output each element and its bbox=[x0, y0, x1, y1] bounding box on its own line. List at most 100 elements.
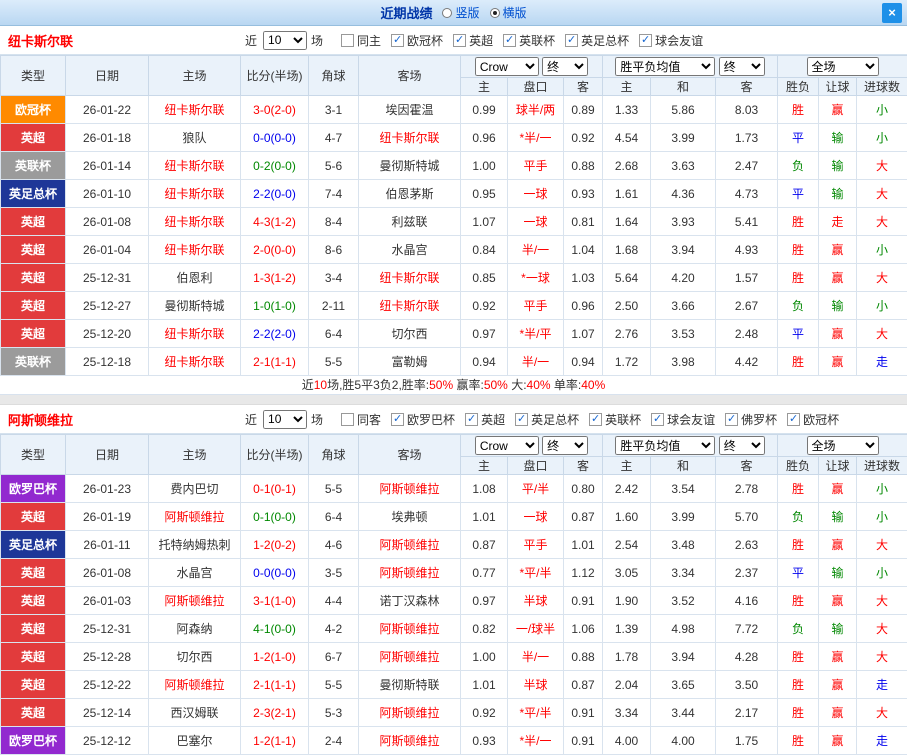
handicap-result-cell: 赢 bbox=[819, 699, 857, 727]
avg-draw-cell: 3.98 bbox=[651, 348, 716, 376]
avg-select-group: 胜平负均值 终 bbox=[603, 56, 778, 78]
league-filter-checkbox[interactable]: ✓欧冠杯 bbox=[787, 411, 839, 428]
match-count-select[interactable]: 10 bbox=[263, 31, 307, 50]
match-row: 英足总杯26-01-11托特纳姆热刺1-2(0-2)4-6阿斯顿维拉0.87平手… bbox=[1, 531, 907, 559]
radio-label: 横版 bbox=[503, 4, 527, 21]
corners-cell: 3-4 bbox=[309, 264, 359, 292]
goals-cell: 走 bbox=[857, 671, 907, 699]
score-cell: 1-3(1-2) bbox=[241, 264, 309, 292]
odds-home-cell: 0.93 bbox=[461, 727, 508, 755]
goals-cell: 小 bbox=[857, 124, 907, 152]
home-team-cell: 纽卡斯尔联 bbox=[149, 152, 241, 180]
layout-radio[interactable]: 竖版 bbox=[442, 4, 479, 21]
checkbox-label: 英超 bbox=[481, 411, 505, 428]
avg-time-select[interactable]: 终 bbox=[719, 57, 765, 76]
league-filter-checkbox[interactable]: ✓英超 bbox=[465, 411, 505, 428]
checkbox-checked-icon: ✓ bbox=[639, 34, 652, 47]
league-filter-checkbox[interactable]: ✓佛罗杯 bbox=[725, 411, 777, 428]
avg-type-select[interactable]: 胜平负均值 bbox=[615, 57, 715, 76]
avg-draw-cell: 3.52 bbox=[651, 587, 716, 615]
away-team-cell: 利兹联 bbox=[359, 208, 461, 236]
page-title: 近期战绩 bbox=[380, 3, 432, 22]
league-filter-checkbox[interactable]: 同主 bbox=[341, 32, 381, 49]
avg-away-cell: 4.28 bbox=[716, 643, 778, 671]
avg-home-cell: 2.68 bbox=[603, 152, 651, 180]
league-filter-checkbox[interactable]: 同客 bbox=[341, 411, 381, 428]
odds-away-cell: 0.80 bbox=[564, 475, 603, 503]
odds-time-select[interactable]: 终 bbox=[542, 57, 588, 76]
date-cell: 25-12-28 bbox=[66, 643, 149, 671]
league-filter-checkbox[interactable]: ✓英足总杯 bbox=[515, 411, 579, 428]
goals-cell: 小 bbox=[857, 292, 907, 320]
checkbox-label: 球会友谊 bbox=[655, 32, 703, 49]
league-filter-checkbox[interactable]: ✓英联杯 bbox=[589, 411, 641, 428]
scope-select[interactable]: 全场 bbox=[807, 57, 879, 76]
checkbox-label: 英联杯 bbox=[519, 32, 555, 49]
scope-select[interactable]: 全场 bbox=[807, 436, 879, 455]
avg-home-cell: 5.64 bbox=[603, 264, 651, 292]
avg-away-cell: 2.48 bbox=[716, 320, 778, 348]
col-corners: 角球 bbox=[309, 56, 359, 96]
avg-away-cell: 5.70 bbox=[716, 503, 778, 531]
col-avg-away: 客 bbox=[716, 457, 778, 475]
summary-part: 场,胜5平3负2,胜率: bbox=[327, 378, 429, 392]
close-button[interactable]: × bbox=[882, 3, 902, 23]
odds-away-cell: 0.81 bbox=[564, 208, 603, 236]
odds-away-cell: 0.96 bbox=[564, 292, 603, 320]
avg-home-cell: 2.76 bbox=[603, 320, 651, 348]
handicap-cell: 平手 bbox=[508, 292, 564, 320]
avg-away-cell: 1.57 bbox=[716, 264, 778, 292]
type-cell: 英超 bbox=[1, 320, 66, 348]
score-cell: 3-0(2-0) bbox=[241, 96, 309, 124]
matches-table: 类型 日期 主场 比分(半场) 角球 客场 Crow 终 胜平负均值 终 全场 bbox=[0, 55, 907, 376]
handicap-result-cell: 赢 bbox=[819, 320, 857, 348]
league-filter-checkbox[interactable]: ✓英超 bbox=[453, 32, 493, 49]
away-team-cell: 阿斯顿维拉 bbox=[359, 615, 461, 643]
layout-radio[interactable]: 横版 bbox=[490, 4, 527, 21]
odds-home-cell: 0.94 bbox=[461, 348, 508, 376]
result-cell: 胜 bbox=[778, 531, 819, 559]
result-cell: 胜 bbox=[778, 348, 819, 376]
odds-home-cell: 0.87 bbox=[461, 531, 508, 559]
league-filter-checkbox[interactable]: ✓欧冠杯 bbox=[391, 32, 443, 49]
col-away: 客场 bbox=[359, 435, 461, 475]
match-count-select[interactable]: 10 bbox=[263, 410, 307, 429]
home-team-cell: 纽卡斯尔联 bbox=[149, 180, 241, 208]
score-cell: 4-3(1-2) bbox=[241, 208, 309, 236]
odds-company-select[interactable]: Crow bbox=[475, 436, 539, 455]
odds-away-cell: 0.91 bbox=[564, 699, 603, 727]
avg-home-cell: 1.33 bbox=[603, 96, 651, 124]
handicap-cell: 平/半 bbox=[508, 475, 564, 503]
avg-draw-cell: 3.93 bbox=[651, 208, 716, 236]
handicap-result-cell: 赢 bbox=[819, 587, 857, 615]
date-cell: 25-12-22 bbox=[66, 671, 149, 699]
result-cell: 负 bbox=[778, 503, 819, 531]
home-team-cell: 费内巴切 bbox=[149, 475, 241, 503]
away-team-cell: 纽卡斯尔联 bbox=[359, 292, 461, 320]
away-team-cell: 阿斯顿维拉 bbox=[359, 559, 461, 587]
league-filter-checkbox[interactable]: ✓球会友谊 bbox=[651, 411, 715, 428]
home-team-cell: 水晶宫 bbox=[149, 559, 241, 587]
away-team-cell: 阿斯顿维拉 bbox=[359, 475, 461, 503]
goals-cell: 大 bbox=[857, 264, 907, 292]
topbar: 近期战绩 竖版 横版 × bbox=[0, 0, 907, 26]
home-team-cell: 阿斯顿维拉 bbox=[149, 503, 241, 531]
checkbox-label: 佛罗杯 bbox=[741, 411, 777, 428]
league-filter-checkbox[interactable]: ✓球会友谊 bbox=[639, 32, 703, 49]
avg-time-select[interactable]: 终 bbox=[719, 436, 765, 455]
home-team-cell: 纽卡斯尔联 bbox=[149, 348, 241, 376]
odds-away-cell: 0.87 bbox=[564, 503, 603, 531]
avg-home-cell: 1.68 bbox=[603, 236, 651, 264]
avg-type-select[interactable]: 胜平负均值 bbox=[615, 436, 715, 455]
odds-away-cell: 0.94 bbox=[564, 348, 603, 376]
league-filter-checkbox[interactable]: ✓英足总杯 bbox=[565, 32, 629, 49]
type-cell: 英联杯 bbox=[1, 152, 66, 180]
aston-villa-section: 阿斯顿维拉 近 10 场 同客✓欧罗巴杯✓英超✓英足总杯✓英联杯✓球会友谊✓佛罗… bbox=[0, 405, 907, 755]
odds-company-select[interactable]: Crow bbox=[475, 57, 539, 76]
avg-home-cell: 4.54 bbox=[603, 124, 651, 152]
odds-time-select[interactable]: 终 bbox=[542, 436, 588, 455]
league-filter-checkbox[interactable]: ✓英联杯 bbox=[503, 32, 555, 49]
near-label: 近 bbox=[245, 411, 257, 428]
league-filter-checkbox[interactable]: ✓欧罗巴杯 bbox=[391, 411, 455, 428]
score-cell: 0-1(0-0) bbox=[241, 503, 309, 531]
